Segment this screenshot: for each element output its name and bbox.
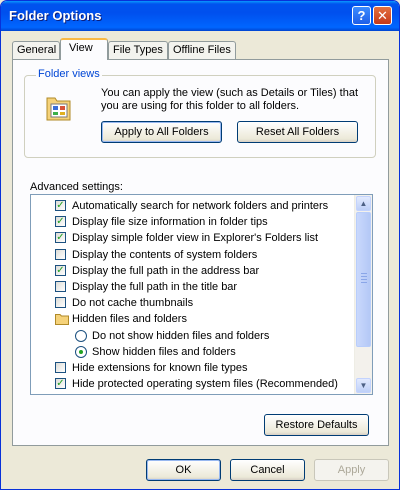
advanced-setting-item[interactable]: Hide extensions for known file types	[31, 360, 354, 376]
checkbox[interactable]	[55, 297, 66, 309]
folder-icon	[55, 314, 69, 326]
advanced-setting-label: Display the full path in the address bar	[72, 264, 260, 277]
advanced-setting-label: Automatically search for network folders…	[72, 200, 329, 212]
advanced-setting-item[interactable]: ✓ Hide protected operating system files (…	[31, 376, 354, 392]
advanced-settings-label: Advanced settings:	[30, 181, 123, 193]
advanced-setting-item[interactable]: ✓ Display the full path in the address ba…	[31, 263, 354, 279]
advanced-settings-list[interactable]: ▲ ▼ ✓ Automatically search for network fo…	[30, 194, 373, 395]
close-button[interactable]: ✕	[373, 6, 392, 25]
advanced-setting-item[interactable]: Hidden files and folders	[31, 311, 354, 327]
advanced-setting-label: Do not show hidden files and folders	[92, 329, 270, 342]
advanced-setting-item[interactable]: ✓ Display simple folder view in Explorer'…	[31, 230, 354, 246]
checkbox[interactable]	[55, 248, 66, 260]
title-bar[interactable]: Folder Options ? ✕	[1, 1, 399, 31]
help-button[interactable]: ?	[352, 6, 371, 25]
radio-button[interactable]	[75, 329, 87, 342]
advanced-setting-item[interactable]: Display the contents of system folders	[31, 247, 354, 263]
tab-file-types[interactable]: File Types	[108, 41, 168, 59]
advanced-setting-label: Hide extensions for known file types	[72, 362, 248, 374]
scroll-up-button[interactable]: ▲	[356, 196, 371, 211]
advanced-setting-item[interactable]: ✓ Automatically search for network folder…	[31, 198, 354, 214]
advanced-setting-item[interactable]: Show hidden files and folders	[31, 344, 354, 360]
advanced-setting-label: Display file size information in folder …	[72, 216, 268, 229]
ok-button[interactable]: OK	[146, 459, 221, 481]
advanced-setting-item[interactable]: Display the full path in the title bar	[31, 279, 354, 295]
advanced-setting-label: Show hidden files and folders	[92, 345, 236, 358]
cancel-button[interactable]: Cancel	[230, 459, 305, 481]
advanced-setting-label: Display the contents of system folders	[72, 248, 258, 261]
advanced-setting-label: Display simple folder view in Explorer's…	[72, 232, 319, 245]
checkbox[interactable]: ✓	[55, 378, 66, 390]
advanced-setting-label: Hidden files and folders	[72, 313, 187, 326]
advanced-setting-item[interactable]: Do not cache thumbnails	[31, 295, 354, 311]
scroll-thumb[interactable]	[356, 212, 371, 347]
checkbox[interactable]	[55, 281, 66, 292]
tab-offline-files[interactable]: Offline Files	[168, 41, 236, 59]
advanced-setting-item[interactable]: Do not show hidden files and folders	[31, 328, 354, 344]
scroll-down-button[interactable]: ▼	[356, 378, 371, 393]
restore-defaults-button[interactable]: Restore Defaults	[264, 414, 369, 436]
advanced-setting-item[interactable]: ✓ Display file size information in folder…	[31, 214, 354, 230]
folder-views-icon	[46, 97, 71, 121]
folder-options-dialog: Folder Options ? ✕ General View File Typ…	[0, 0, 400, 490]
advanced-setting-label: Display the full path in the title bar	[72, 281, 238, 293]
apply-button[interactable]: Apply	[314, 459, 389, 481]
advanced-setting-label: Hide protected operating system files (R…	[72, 378, 338, 391]
reset-all-folders-button[interactable]: Reset All Folders	[237, 121, 358, 143]
folder-views-description: You can apply the view (such as Details …	[101, 87, 359, 112]
checkbox[interactable]: ✓	[55, 200, 66, 211]
checkbox[interactable]: ✓	[55, 232, 66, 244]
radio-button[interactable]	[75, 345, 87, 358]
checkbox[interactable]: ✓	[55, 264, 66, 276]
vertical-scrollbar[interactable]: ▲ ▼	[354, 195, 372, 394]
tab-view[interactable]: View	[60, 38, 108, 60]
apply-to-all-folders-button[interactable]: Apply to All Folders	[101, 121, 222, 143]
folder-views-legend: Folder views	[36, 68, 102, 80]
checkbox[interactable]: ✓	[55, 216, 66, 228]
advanced-setting-label: Do not cache thumbnails	[72, 297, 194, 310]
tab-general[interactable]: General	[12, 41, 60, 59]
checkbox[interactable]	[55, 362, 66, 373]
window-title: Folder Options	[9, 8, 102, 23]
